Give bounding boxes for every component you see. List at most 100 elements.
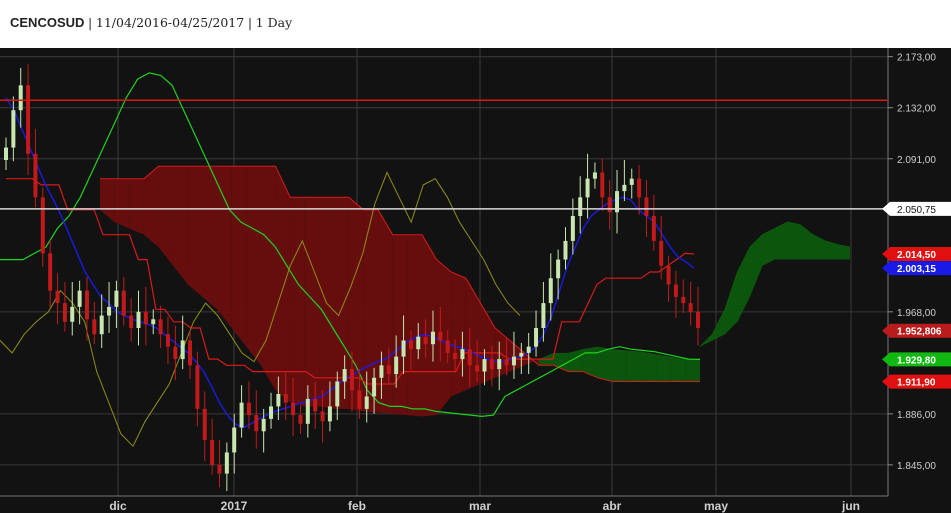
candle-body: [445, 340, 450, 353]
cloud-segment: [231, 166, 247, 347]
title-separator: |: [88, 15, 93, 30]
cloud-segment: [378, 209, 393, 414]
candle-body: [416, 336, 421, 350]
candle-body: [637, 178, 642, 198]
cloud-segment: [421, 234, 437, 417]
price-badge-label: 1.952,806: [897, 327, 942, 338]
candle-body: [688, 303, 693, 312]
cloud-segment: [158, 166, 174, 266]
price-badge-label: 1.911,90: [897, 378, 936, 389]
candle-body: [526, 346, 531, 353]
candle-body: [77, 290, 82, 307]
cloud-segment: [143, 166, 159, 248]
candle-body: [305, 398, 310, 424]
x-tick-label: dic: [109, 499, 127, 513]
candle-body: [666, 265, 671, 285]
candle-body: [327, 406, 332, 422]
candle-body: [217, 464, 222, 474]
candle-body: [563, 240, 568, 260]
candle-body: [519, 352, 524, 357]
x-tick-label: mar: [469, 499, 491, 513]
candle-body: [188, 340, 193, 366]
candle-body: [401, 340, 406, 357]
cloud-segment: [656, 354, 671, 382]
price-badge-label: 2.014,50: [897, 250, 936, 261]
x-tick-label: may: [704, 499, 728, 513]
candle-body: [48, 253, 53, 291]
cloud-segment: [290, 197, 305, 407]
candle-body: [70, 306, 75, 322]
cloud-future-segment: [812, 234, 825, 260]
cloud-segment: [173, 166, 188, 285]
candle-body: [570, 216, 575, 241]
cloud-segment: [202, 166, 218, 310]
cloud-future-segment: [737, 247, 750, 322]
candle-body: [629, 178, 634, 185]
candle-body: [372, 377, 377, 397]
cloud-segment: [114, 178, 130, 229]
x-tick-label: feb: [348, 499, 366, 513]
candle-body: [534, 328, 539, 347]
candle-body: [92, 319, 97, 335]
candle-body: [121, 290, 126, 316]
candle-body: [651, 216, 656, 241]
chart-area[interactable]: dic 2017 feb mar abr may jun 2.173,00 2.132,00 2.…: [0, 48, 951, 513]
candle-body: [173, 346, 178, 360]
candle-body: [232, 427, 237, 453]
candle-body: [350, 369, 354, 391]
candle-body: [55, 290, 60, 304]
candle-body: [548, 278, 553, 304]
candle-body: [269, 406, 274, 419]
cloud-segment: [275, 166, 291, 403]
x-tick-label: jun: [841, 499, 860, 513]
candle-body: [107, 306, 112, 316]
candle-body: [453, 352, 458, 360]
candle-body: [489, 359, 494, 370]
candle-body: [239, 402, 244, 428]
y-tick-label: 2.091,00: [897, 155, 936, 166]
price-badge-label: 2.003,15: [897, 264, 936, 275]
cloud-segment: [129, 178, 144, 235]
candle-body: [386, 365, 391, 375]
candle-body: [151, 319, 156, 325]
candle-body: [497, 359, 502, 370]
y-tick-label: 2.132,00: [897, 104, 936, 115]
candle-body: [11, 110, 16, 148]
candle-body: [578, 197, 583, 216]
price-badge-label: 2.050,75: [897, 205, 936, 216]
date-range-label: 11/04/2016-04/25/2017: [95, 15, 245, 30]
cloud-segment: [641, 351, 657, 382]
candle-body: [99, 315, 104, 335]
candle-body: [62, 303, 67, 322]
y-tick-label: 1.968,00: [897, 308, 936, 319]
y-tick-label: 2.173,00: [897, 53, 936, 64]
candle-body: [592, 172, 597, 179]
candle-body: [313, 398, 318, 412]
candle-body: [460, 349, 465, 360]
candle-body: [482, 359, 487, 372]
candle-body: [114, 290, 119, 307]
candle-body: [511, 356, 516, 366]
candle-body: [607, 197, 612, 213]
cloud-segment: [217, 166, 232, 328]
y-tick-label: 1.886,00: [897, 410, 936, 421]
candle-body: [158, 319, 163, 335]
candle-body: [622, 184, 627, 192]
candle-body: [180, 340, 185, 360]
cloud-segment: [582, 346, 598, 378]
chart-header: CENCOSUD | 11/04/2016-04/25/2017 | 1 Day: [0, 0, 951, 48]
candle-body: [408, 340, 413, 350]
candle-body: [673, 284, 678, 297]
candle-body: [298, 415, 303, 424]
cloud-future-segment: [787, 222, 800, 260]
cloud-segment: [612, 349, 627, 382]
candle-body: [143, 311, 148, 325]
candle-body: [165, 334, 170, 347]
cloud-future-segment: [750, 234, 763, 297]
candle-body: [681, 296, 686, 304]
ichimoku-chart[interactable]: dic 2017 feb mar abr may jun 2.173,00 2.132,00 2.…: [0, 48, 951, 513]
candle-body: [556, 259, 561, 279]
cloud-segment: [304, 197, 320, 407]
y-tick-label: 1.845,00: [897, 461, 936, 472]
candle-body: [357, 390, 362, 409]
